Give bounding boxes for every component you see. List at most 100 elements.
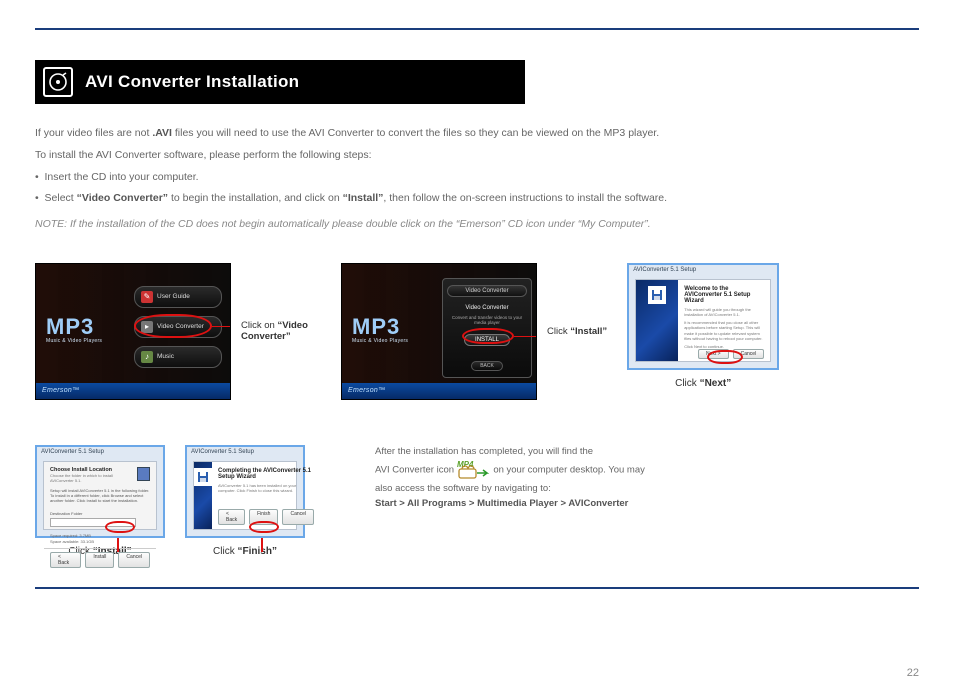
wizard-loc-sub: Choose the folder in which to install AV… [50,473,137,483]
wizard-finish-text: AVIConverter 5.1 has been installed on y… [218,483,314,493]
screenshot-menu-2: MP3 Music & Video Players Video Converte… [341,263,537,400]
finish-button[interactable]: Finish [249,509,278,525]
header-black-bar: AVI Converter Installation [35,60,525,104]
install-button[interactable]: INSTALL [464,334,510,346]
brand-bar: Emerson™ [36,383,230,399]
caption-install: Click “Install” [547,326,607,337]
wizard-body-finish: Completing the AVIConverter 5.1 Setup Wi… [193,461,297,530]
intro-li2c: to begin the installation, and click on [168,192,343,204]
header-title: AVI Converter Installation [85,72,299,92]
wizard-welcome-t1: This wizard will guide you through the i… [684,307,764,317]
caption-c5b: “Finish” [238,546,277,557]
wizard-location-body: Choose Install Location Choose the folde… [43,461,157,530]
pdf-icon: ✎ [141,291,153,303]
mp3-logo-text-2: MP3 [352,314,400,339]
screenshot-wizard-location: AVIConverter 5.1 Setup Choose Install Lo… [35,445,165,538]
menu-label-guide: User Guide [157,293,190,300]
caption-c3a: Click [675,378,699,389]
menu-item-music[interactable]: ♪ Music [134,346,222,368]
installer-icon [648,286,666,304]
video-icon: ▸ [141,321,153,333]
wizard-main-finish: Completing the AVIConverter 5.1 Setup Wi… [212,462,320,529]
menu-label-video: Video Converter [157,323,204,330]
screenshot-wizard-finish: AVIConverter 5.1 Setup Completing the AV… [185,445,305,538]
music-icon: ♪ [141,351,153,363]
intro-text: If your video files are not .AVI files y… [35,126,905,233]
intro-li2e: , then follow the on-screen instructions… [383,192,667,204]
wizard-sidebar [636,280,678,361]
after-line2a: AVI Converter icon [375,465,457,476]
caption-next: Click “Next” [675,378,731,389]
caption-c1a: Click on [241,320,277,331]
wizard-main-welcome: Welcome to the AVIConverter 5.1 Setup Wi… [678,280,770,361]
window-title-3: AVIConverter 5.1 Setup [191,449,254,455]
mp3-logo: MP3 Music & Video Players [46,314,102,344]
intro-li1: Insert the CD into your computer. [45,171,199,183]
top-rule [35,28,919,30]
mp3-logo-sub: Music & Video Players [46,338,102,344]
cancel-button[interactable]: Cancel [733,349,765,359]
panel-title: Video Converter [447,285,527,297]
video-converter-panel: Video Converter Video Converter Convert … [442,278,532,378]
caption-finish: Click “Finish” [213,546,277,557]
wizard-finish-heading: Completing the AVIConverter 5.1 Setup Wi… [218,468,314,480]
caption-c3b: “Next” [700,378,732,389]
installer-icon-2 [194,468,212,486]
brand-text-2: Emerson™ [348,387,385,394]
destination-label: Destination Folder [50,511,82,516]
panel-sub: Video Converter [465,305,508,311]
window-title-2: AVIConverter 5.1 Setup [41,449,104,455]
cancel-button-2[interactable]: Cancel [118,552,150,568]
intro-note: NOTE: If the installation of the CD does… [35,217,905,233]
page-number: 22 [907,667,919,679]
after-line1: After the installation has completed, yo… [375,445,645,458]
space-available: Space available: 33.1GB [50,539,150,544]
intro-li2d: “Install” [343,192,384,204]
screenshot-row-1: MP3 Music & Video Players ✎ User Guide ▸… [35,263,919,400]
wizard-body-welcome: Welcome to the AVIConverter 5.1 Setup Wi… [635,279,771,362]
destination-input[interactable] [50,518,136,527]
menu-item-video-converter[interactable]: ▸ Video Converter [134,316,222,338]
panel-desc: Convert and transfer videos to your medi… [447,315,527,326]
cancel-button-3[interactable]: Cancel [282,509,314,525]
brand-text: Emerson™ [42,387,79,394]
caption-c2a: Click [547,326,570,337]
intro-p1a: If your video files are not [35,127,152,139]
installer-icon-small [137,467,150,481]
intro-li2b: “Video Converter” [77,192,168,204]
wizard-welcome-heading: Welcome to the AVIConverter 5.1 Setup Wi… [684,286,764,304]
screenshot-row-2: AVIConverter 5.1 Setup Choose Install Lo… [35,445,919,557]
back-button-wiz[interactable]: < Back [50,552,81,568]
after-install-text: After the installation has completed, yo… [375,445,645,511]
cd-icon [43,67,73,97]
mp4-tool-icon: MP4 [457,458,491,482]
caption-video-converter: Click on “Video Converter” [241,320,321,343]
wizard-welcome-t2: It is recommended that you close all oth… [684,320,764,341]
divider [44,548,156,549]
mp4-icon-label: MP4 [457,460,474,469]
caption-c2b: “Install” [570,326,607,337]
back-button[interactable]: BACK [471,361,503,371]
install-button-wiz[interactable]: Install [85,552,114,568]
back-button-wiz2[interactable]: < Back [218,509,245,525]
brand-bar-2: Emerson™ [342,383,536,399]
bottom-rule [35,587,919,589]
intro-avi: .AVI [152,127,172,139]
menu-item-user-guide[interactable]: ✎ User Guide [134,286,222,308]
space-stats: Space required: 3.7MB Space available: 3… [50,533,150,543]
after-line3: also access the software by navigating t… [375,482,645,495]
intro-p2: To install the AVI Converter software, p… [35,148,905,164]
screenshot-wizard-welcome: AVIConverter 5.1 Setup Welcome to the AV… [627,263,779,370]
mp3-logo-2: MP3 Music & Video Players [352,314,408,344]
section-header: AVI Converter Installation [35,60,919,104]
destination-field: Destination Folder [50,511,150,527]
after-line2b: on your computer desktop. You may [493,465,645,476]
wizard-loc-para: Setup will install AVIConverter 5.1 in t… [50,488,150,504]
menu-items: ✎ User Guide ▸ Video Converter ♪ Music [134,286,222,368]
window-title-1: AVIConverter 5.1 Setup [633,267,696,273]
next-button[interactable]: Next > [698,349,729,359]
wizard-sidebar-2 [194,462,212,529]
mp3-logo-sub-2: Music & Video Players [352,338,408,344]
intro-li2a: Select [45,192,77,204]
screenshot-menu-1: MP3 Music & Video Players ✎ User Guide ▸… [35,263,231,400]
